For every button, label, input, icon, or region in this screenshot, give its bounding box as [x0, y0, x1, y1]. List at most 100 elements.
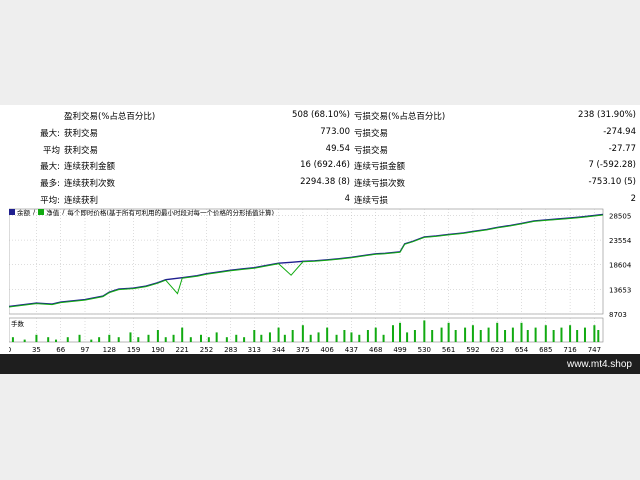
volume-bar — [569, 325, 572, 342]
stat-label-left: 连续获利 — [64, 196, 99, 206]
chart-canvas: 8703 13653 18604 23554 28505 0 35 66 97 128 159 190… — [9, 208, 632, 354]
stat-label-right: 连续亏损 — [354, 196, 389, 206]
stat-prefix: 平均 — [42, 145, 60, 156]
stat-value-right: 2 — [630, 194, 636, 204]
volume-bar — [78, 334, 81, 342]
volume-bar — [66, 337, 69, 342]
volume-bar — [343, 330, 346, 342]
volume-bar — [374, 327, 377, 342]
volume-bar — [225, 337, 228, 342]
stats-row: 最多: 连续获利次数 2294.38 (8) 连续亏损次数 -753.10 (5) — [0, 174, 640, 191]
volume-bar — [215, 332, 218, 342]
volume-bar — [243, 337, 246, 342]
stat-value-right: -274.94 — [603, 126, 636, 137]
volume-bar — [277, 327, 280, 342]
stat-value-left: 508 (68.10%) — [292, 110, 350, 120]
stat-value-left: 773.00 — [320, 126, 350, 137]
volume-bar — [552, 330, 555, 342]
x-tick-label: 623 — [491, 346, 504, 354]
volume-bar — [268, 332, 271, 342]
stat-value-left: 16 (692.46) — [300, 160, 350, 171]
volume-bar — [11, 337, 14, 342]
stats-row: 盈利交易(%占总百分比) 508 (68.10%) 亏损交易(%占总百分比) 238 … — [0, 107, 640, 124]
volume-bar — [35, 334, 38, 342]
legend-separator: / — [33, 208, 36, 216]
stat-label-right: 连续亏损金额 — [354, 162, 406, 173]
volume-bar — [164, 337, 167, 342]
volume-bar — [423, 320, 426, 342]
x-tick-label: 283 — [224, 346, 237, 354]
stats-row: 平均 获利交易 49.54 亏损交易 -27.77 — [0, 141, 640, 158]
legend-balance: 余额 — [9, 207, 30, 217]
stat-prefix: 最大: — [40, 128, 60, 139]
volume-bar — [350, 332, 353, 342]
x-tick-label: 0 — [9, 346, 11, 354]
x-tick-label: 716 — [563, 346, 577, 354]
volume-bar — [431, 330, 434, 342]
x-tick-label: 685 — [539, 346, 552, 354]
volume-bar — [260, 334, 263, 342]
volume-bar — [235, 334, 238, 342]
volume-bar — [526, 330, 529, 342]
x-tick-label: 437 — [345, 346, 358, 354]
volume-bar — [406, 332, 409, 342]
x-tick-label: 313 — [248, 346, 261, 354]
volume-bar — [137, 337, 140, 342]
volume-bar — [382, 334, 385, 342]
x-tick-label: 159 — [127, 346, 140, 354]
stat-label-left: 获利交易 — [64, 145, 99, 156]
chart-legend: 余额 / 净值 / 每个即时价格(基于所有可利用的最小时段对每一个价格的分形插值… — [9, 206, 277, 218]
legend-equity: 净值 — [38, 207, 59, 217]
volume-bar — [447, 322, 450, 342]
volume-bar — [391, 325, 394, 342]
volume-bar — [440, 327, 443, 342]
volume-bar — [291, 330, 294, 342]
x-tick-label: 530 — [418, 346, 431, 354]
x-tick-label: 406 — [320, 346, 334, 354]
volume-bar — [199, 334, 202, 342]
volume-bar — [583, 327, 586, 342]
volume-bar — [597, 330, 600, 342]
x-tick-label: 35 — [32, 346, 41, 354]
volume-bar — [593, 325, 596, 342]
volume-bar — [55, 339, 58, 342]
volume-bar — [23, 339, 26, 342]
x-tick-label: 97 — [81, 346, 90, 354]
stat-label-left: 获利交易 — [64, 128, 99, 139]
volume-bar — [454, 330, 457, 342]
volume-bar — [471, 325, 474, 342]
report-panel: 盈利交易(%占总百分比) 508 (68.10%) 亏损交易(%占总百分比) 238 … — [0, 105, 640, 358]
volume-bar — [366, 330, 369, 342]
volume-bar — [309, 334, 312, 342]
stat-value-right: 7 (-592.28) — [588, 160, 636, 171]
volume-bar — [399, 322, 402, 342]
volume-bar — [504, 330, 507, 342]
volume-bar — [253, 330, 256, 342]
volume-bar — [413, 330, 416, 342]
volume-bar — [335, 334, 338, 342]
volume-bar — [129, 332, 132, 342]
x-tick-label: 592 — [466, 346, 479, 354]
volume-bar — [207, 337, 210, 342]
y-tick-label: 13653 — [609, 286, 631, 294]
volume-bar — [117, 337, 120, 342]
x-tick-label: 747 — [588, 346, 601, 354]
volume-bar — [576, 330, 579, 342]
volume-bar — [496, 322, 499, 342]
volume-bar — [156, 330, 159, 342]
stat-value-right: -27.77 — [608, 143, 636, 154]
stat-value-left: 4 — [344, 194, 350, 204]
volume-bar — [358, 334, 361, 342]
legend-note: 每个即时价格(基于所有可利用的最小时段对每一个价格的分形插值计算) — [67, 209, 274, 217]
y-tick-label: 23554 — [609, 237, 632, 245]
x-tick-label: 344 — [272, 346, 286, 354]
volume-bar — [326, 327, 329, 342]
y-tick-label: 28505 — [609, 212, 631, 220]
x-tick-label: 66 — [56, 346, 65, 354]
x-tick-label: 468 — [369, 346, 382, 354]
volume-bar — [487, 327, 490, 342]
volume-bar — [317, 332, 320, 342]
stat-label-right: 亏损交易 — [354, 128, 389, 139]
volume-bar — [479, 330, 482, 342]
volume-plot-frame — [9, 317, 604, 343]
